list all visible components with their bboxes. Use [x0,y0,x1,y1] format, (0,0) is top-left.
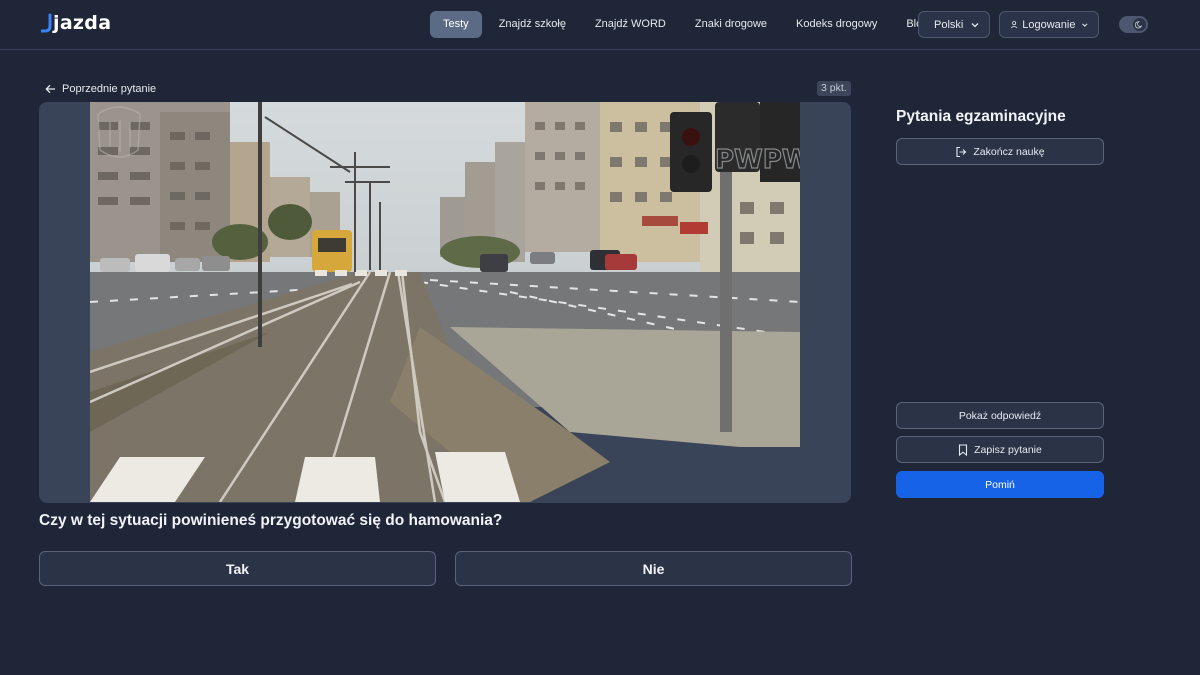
nav-road-signs[interactable]: Znaki drogowe [683,11,779,38]
previous-question-label: Poprzednie pytanie [62,83,157,95]
answer-no-button[interactable]: Nie [455,551,852,586]
language-select[interactable]: Polski [918,11,990,38]
login-label: Logowanie [1022,18,1076,31]
logo[interactable]: jazda [41,10,111,36]
arrow-left-icon [45,84,55,94]
moon-icon [1133,18,1146,31]
nav-find-word[interactable]: Znajdź WORD [583,11,678,38]
logout-icon [955,146,967,158]
end-learning-label: Zakończ naukę [973,145,1045,158]
question-media: PWPW [39,102,851,503]
main-nav: Testy Znajdź szkołę Znajdź WORD Znaki dr… [430,11,945,38]
logo-text: jazda [53,12,112,34]
answer-yes-button[interactable]: Tak [39,551,436,586]
save-question-label: Zapisz pytanie [974,443,1042,456]
skip-button[interactable]: Pomiń [896,471,1104,498]
theme-toggle[interactable] [1119,16,1148,33]
chevron-down-icon [1082,23,1088,27]
bookmark-icon [958,443,968,456]
sidebar-title: Pytania egzaminacyjne [896,108,1066,125]
user-icon [1010,21,1018,29]
login-button[interactable]: Logowanie [999,11,1099,38]
save-question-button[interactable]: Zapisz pytanie [896,436,1104,463]
question-text: Czy w tej sytuacji powinieneś przygotowa… [39,512,503,529]
chevron-down-icon [971,22,979,27]
nav-find-school[interactable]: Znajdź szkołę [487,11,578,38]
top-navbar: jazda Testy Znajdź szkołę Znajdź WORD Zn… [0,0,1200,50]
end-learning-button[interactable]: Zakończ naukę [896,138,1104,165]
nav-road-code[interactable]: Kodeks drogowy [784,11,889,38]
video-watermark: PWPW [715,145,800,175]
show-answer-button[interactable]: Pokaż odpowiedź [896,402,1104,429]
previous-question-link[interactable]: Poprzednie pytanie [45,81,156,97]
nav-tests[interactable]: Testy [430,11,482,38]
points-badge: 3 pkt. [817,81,851,96]
road-scene-image: PWPW [90,102,800,502]
language-label: Polski [934,18,964,31]
